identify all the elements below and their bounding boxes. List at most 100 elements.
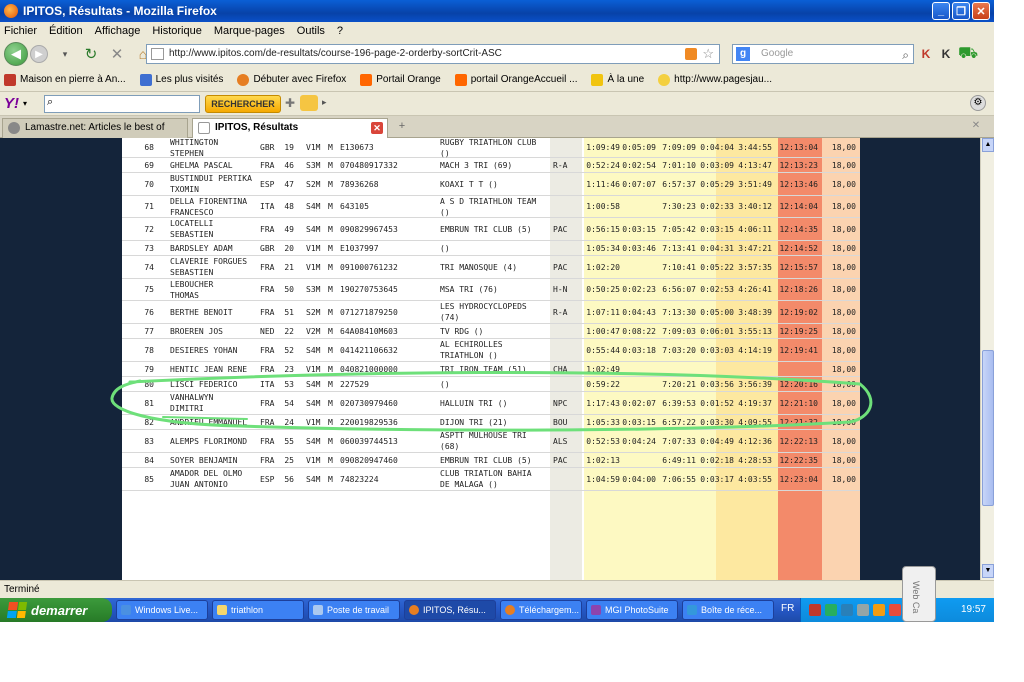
google-engine-icon[interactable]: g: [736, 47, 750, 61]
cell-nat: GBR: [260, 143, 275, 152]
bookmark-star-icon[interactable]: ☆: [702, 45, 714, 63]
url-bar[interactable]: http://www.ipitos.com/de-resultats/cours…: [146, 44, 720, 64]
cell-ligue: [553, 339, 581, 361]
bookmark-item[interactable]: portail OrangeAccueil ...: [454, 73, 577, 86]
cell-t4: 0:02:33: [700, 202, 734, 211]
new-tab-icon[interactable]: +: [394, 120, 410, 134]
taskbar-item-telechargements[interactable]: Téléchargem...: [500, 600, 582, 620]
cell-name[interactable]: VANHALWYN DIMITRI: [170, 392, 256, 414]
cell-t3: 6:57:37: [662, 179, 696, 189]
cell-name[interactable]: GHELMA PASCAL: [170, 158, 256, 172]
yahoo-search-button[interactable]: RECHERCHER: [205, 95, 281, 113]
scroll-down-icon[interactable]: ▼: [982, 564, 994, 578]
scroll-thumb[interactable]: [982, 350, 994, 506]
cell-pts: 18,00: [831, 285, 856, 294]
bookmark-icon: [454, 73, 467, 86]
cell-t5: 3:47:21: [738, 243, 772, 253]
scroll-up-icon[interactable]: ▲: [982, 138, 994, 152]
menu-outils[interactable]: Outils: [297, 25, 325, 37]
tab-ipitos[interactable]: IPITOS, Résultats ✕: [192, 118, 388, 138]
bookmark-item[interactable]: http://www.pagesjau...: [658, 73, 772, 86]
yahoo-dropdown-icon[interactable]: ▾: [23, 99, 27, 108]
cell-name[interactable]: LEBOUCHER THOMAS: [170, 279, 256, 300]
tab-close-icon[interactable]: ✕: [371, 122, 383, 134]
cell-ligue: R-A: [553, 160, 568, 170]
menu-affichage[interactable]: Affichage: [95, 25, 141, 37]
taskbar-item-poste-de-travail[interactable]: Poste de travail: [308, 600, 400, 620]
menu-edition[interactable]: Édition: [49, 25, 83, 37]
webcam-widget[interactable]: Web Ca: [902, 566, 936, 622]
cell-ligue: [553, 196, 581, 217]
cell-name[interactable]: ANDRIEU EMMANUEL: [170, 415, 256, 429]
cell-name[interactable]: WHITINGTON STEPHEN: [170, 138, 256, 158]
folder-icon: [217, 605, 227, 615]
cart-icon[interactable]: ⛟: [958, 45, 978, 62]
language-indicator[interactable]: FR: [781, 603, 794, 614]
tray-icon-security[interactable]: [889, 604, 901, 616]
yahoo-plus-icon[interactable]: ✚: [285, 96, 295, 110]
cell-cat: V1M: [306, 262, 321, 272]
addon-k2-icon[interactable]: K: [938, 46, 954, 62]
taskbar-clock[interactable]: 19:57: [961, 604, 986, 615]
menu-fichier[interactable]: Fichier: [4, 25, 37, 37]
restore-button[interactable]: ❐: [952, 2, 970, 20]
cell-t3: 7:07:33: [662, 436, 696, 446]
cell-name[interactable]: BERTHE BENOIT: [170, 301, 256, 323]
cell-ligue: PAC: [553, 262, 568, 272]
tray-icon-network[interactable]: [825, 604, 837, 616]
taskbar-item-boite-de-reception[interactable]: Boîte de réce...: [682, 600, 774, 620]
cell-name[interactable]: DESIERES YOHAN: [170, 339, 256, 361]
menu-marque-pages[interactable]: Marque-pages: [214, 25, 285, 37]
minimize-button[interactable]: _: [932, 2, 950, 20]
bookmark-item[interactable]: Portail Orange: [360, 73, 441, 86]
cell-name[interactable]: BROEREN JOS: [170, 324, 256, 338]
history-dropdown-icon[interactable]: ▾: [56, 45, 74, 63]
search-input[interactable]: g Google ⌕: [732, 44, 914, 64]
yahoo-search-input[interactable]: ⌕: [44, 95, 200, 113]
taskbar-item-triathlon[interactable]: triathlon: [212, 600, 304, 620]
windows-live-icon: [121, 605, 131, 615]
taskbar-item-ipitos[interactable]: IPITOS, Résu...: [404, 600, 496, 620]
yahoo-more-icon[interactable]: ▸: [322, 97, 327, 108]
yahoo-mail-icon[interactable]: [300, 95, 318, 111]
yahoo-logo[interactable]: Y!: [4, 95, 19, 112]
addon-k-icon[interactable]: K: [918, 46, 934, 62]
bookmark-item[interactable]: Les plus visités: [139, 73, 223, 86]
cell-name[interactable]: SOYER BENJAMIN: [170, 453, 256, 467]
cell-name[interactable]: BARDSLEY ADAM: [170, 241, 256, 255]
cell-name[interactable]: CLAVERIE FORGUES SEBASTIEN: [170, 256, 256, 278]
taskbar-item-windows-live[interactable]: Windows Live...: [116, 600, 208, 620]
menu-historique[interactable]: Historique: [152, 25, 202, 37]
search-magnifier-icon[interactable]: ⌕: [902, 46, 909, 64]
cell-name[interactable]: BUSTINDUI PERTIKA TXOMIN: [170, 173, 256, 195]
vertical-scrollbar[interactable]: ▲ ▼: [980, 138, 994, 580]
tab-lamastre[interactable]: Lamastre.net: Articles le best of: [2, 118, 188, 138]
forward-icon[interactable]: ▶: [30, 45, 48, 63]
tray-icon-messenger[interactable]: [841, 604, 853, 616]
tray-icon-antivirus[interactable]: [809, 604, 821, 616]
cell-name[interactable]: ALEMPS FLORIMOND: [170, 430, 256, 452]
cell-name[interactable]: DELLA FIORENTINA FRANCESCO: [170, 196, 256, 217]
close-button[interactable]: ✕: [972, 2, 990, 20]
cell-name[interactable]: HENTIC JEAN RENE: [170, 362, 256, 376]
stop-icon[interactable]: ✕: [108, 45, 126, 63]
reload-icon[interactable]: ↻: [82, 45, 100, 63]
bookmark-item[interactable]: Débuter avec Firefox: [237, 73, 346, 86]
menu-help[interactable]: ?: [337, 25, 343, 37]
close-tab-icon[interactable]: ✕: [968, 120, 984, 134]
back-icon[interactable]: ◀: [4, 42, 28, 66]
rss-feed-icon[interactable]: [685, 48, 697, 60]
cell-t2: [622, 453, 656, 467]
taskbar-item-photosuite[interactable]: MGI PhotoSuite: [586, 600, 678, 620]
cell-name[interactable]: AMADOR DEL OLMO JUAN ANTONIO: [170, 468, 256, 490]
tray-icon-update[interactable]: [873, 604, 885, 616]
cell-name[interactable]: LOCATELLI SEBASTIEN: [170, 218, 256, 240]
tray-icon-speaker[interactable]: [857, 604, 869, 616]
cell-club: TRI IRON TEAM (51): [440, 364, 527, 374]
bookmark-item[interactable]: Maison en pierre à An...: [4, 73, 126, 86]
cell-t1: 1:11:46: [586, 179, 620, 189]
start-button[interactable]: demarrer: [0, 598, 112, 622]
bookmark-item[interactable]: À la une: [591, 73, 644, 86]
settings-gear-icon[interactable]: ⚙: [970, 95, 986, 111]
cell-name[interactable]: LISCI FEDERICO: [170, 377, 256, 391]
